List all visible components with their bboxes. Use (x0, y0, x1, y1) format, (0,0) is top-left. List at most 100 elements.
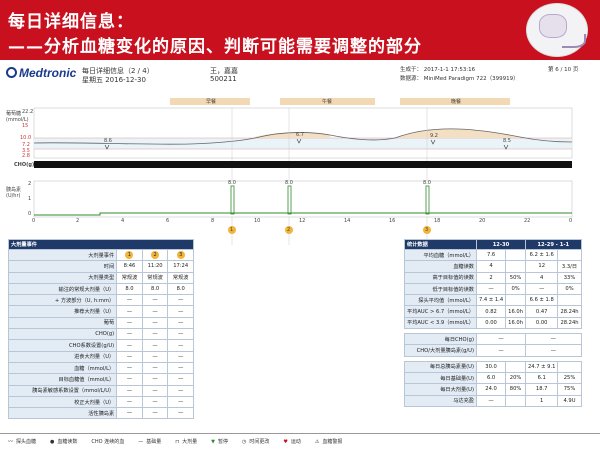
report-date: 星期五 2016-12-30 (82, 76, 146, 84)
x-tick: 16 (389, 218, 396, 224)
y-tick: 0 (28, 211, 32, 217)
stats-col-day: 12-30 (475, 239, 526, 250)
bg-value: 9.2 (430, 133, 438, 139)
stats-table: 统计数据 12-30 12-29 - 1-1 平均血糖（mmol/L） 7.6 6.… (404, 239, 582, 407)
sensor-line-icon: 〰 (8, 439, 14, 445)
legend-item: ● 血糖读数 (50, 439, 78, 445)
table-row: 胰岛素敏感系数设置（mmol/L/U） — — — (7, 384, 194, 397)
y-tick: 2.8 (22, 153, 30, 159)
title-banner: 每日详细信息： ——分析血糖变化的原因、判断可能需要调整的部分 (0, 0, 600, 60)
legend-item: ⊓ 大剂量 (175, 439, 198, 445)
bg-reading-icon: ● (50, 439, 55, 445)
event-number: 2 (287, 227, 291, 233)
generated-time: 生成于： 2017-1-1 17:53:16 (400, 67, 476, 73)
event-badge: 2 (151, 251, 160, 260)
legend-item: ♥ 运动 (283, 439, 301, 445)
table-row: CHO/大剂量胰岛素(g/U) — — (404, 344, 582, 357)
meal-label: 晚餐 (451, 99, 462, 105)
banner-title: 每日详细信息： (8, 12, 134, 32)
x-tick: 20 (479, 218, 486, 224)
bolus-events-label: 大剂量事件 (7, 248, 118, 262)
suspend-icon: ▼ (211, 439, 215, 445)
y-tick: 1 (28, 196, 32, 202)
bolus-table-header: 大剂量事件 (8, 239, 194, 250)
table-row: 每日CHO(g) — — (404, 333, 582, 346)
bg-value: 8.5 (503, 138, 511, 144)
x-tick: 0 (32, 218, 36, 224)
bg-value: 8.6 (104, 138, 112, 144)
pump-device-icon (526, 3, 588, 57)
x-tick: 14 (344, 218, 351, 224)
alarm-icon: ⚠ (314, 439, 320, 445)
y-tick: 2 (28, 181, 32, 187)
table-row: 每日总胰岛素量(U) 30.0 24.7 ± 9.1 (404, 360, 582, 373)
page-number: 第 6 / 10 页 (548, 67, 579, 73)
table-row: 平均血糖（mmol/L） 7.6 6.2 ± 1.6 (404, 248, 582, 262)
medtronic-logo: Medtronic (6, 66, 76, 80)
cho-label: CHO(g) (14, 162, 35, 168)
table-row: 输注的常规大剂量（U） 8.0 8.0 8.0 (7, 282, 194, 296)
table-row: 大剂量类型 常规波 常规波 常规波 (7, 271, 194, 284)
table-row: 每日基础量(U) 6.0 20% 6.1 25% (404, 371, 582, 385)
legend-item: ⚠ 血糖警报 (314, 439, 343, 445)
table-row: 校正大剂量（U） — — — (7, 395, 194, 409)
bolus-icon: ⊓ (175, 439, 180, 445)
table-row: CHO系数设置(g/U) — — — (7, 339, 194, 352)
table-row: 血糖（mmol/L） — — — (7, 361, 194, 375)
table-row: CHO(g) — — — (7, 328, 194, 341)
legend-bar: 〰探头血糖 ● 血糖读数 CHO 连续的血 — 基础量 ⊓ 大剂量 ▼ 暂停 ◷ 时间更改… (0, 433, 600, 449)
table-row: 目标血糖值（mmol/L） — — — (7, 373, 194, 386)
bolus-value: 8.0 (423, 180, 431, 186)
table-row: 探头平均值（mmol/L） 7.4 ± 1.4 6.6 ± 1.8 (404, 294, 582, 307)
bolus-events-table: 大剂量事件 大剂量事件 1 2 3 时间 8:46 11:20 17:24 大剂量类型… (7, 239, 194, 420)
legend-item: ▼ 暂停 (211, 439, 229, 445)
y-tick: 22.2 (22, 109, 34, 115)
y-tick: 10.0 (20, 135, 32, 141)
patient-id: 500211 (210, 75, 237, 83)
logo-mark-icon (6, 67, 17, 78)
x-tick: 2 (76, 218, 80, 224)
legend-item: — 基础量 (138, 439, 162, 445)
table-row: 平均AUC > 6.7（mmol/L） 0.82 16.0h 0.47 28.24h (404, 305, 582, 318)
clock-icon: ◷ (242, 439, 247, 445)
legend-item: 〰探头血糖 (8, 439, 37, 445)
table-row: 每日大剂量(U) 24.0 80% 18.7 75% (404, 383, 582, 396)
table-row: 马达充盈 —1 4.9U (404, 394, 582, 407)
insulin-chart-frame (33, 180, 573, 218)
stats-table-header: 统计数据 (404, 239, 477, 250)
insulin-ylabel: 胰岛素 (U/hr) (6, 187, 22, 199)
x-tick: 4 (121, 218, 125, 224)
stats-col-range: 12-29 - 1-1 (524, 239, 582, 250)
event-badge: 1 (125, 251, 134, 260)
table-row: 时间 8:46 11:20 17:24 (7, 260, 194, 273)
x-tick: 0 (569, 218, 573, 224)
y-tick: 15 (22, 123, 29, 129)
x-tick: 8 (211, 218, 215, 224)
device-source: 数据源： MiniMed Paradigm 722（399919） (400, 76, 519, 82)
daily-plot: 早餐 午餐 晚餐 葡萄糖 (mmol/L) 15 10.0 7.2 3.5 2.… (0, 95, 600, 245)
table-row: 活性胰岛素 — — — (7, 407, 194, 420)
banner-subtitle: ——分析血糖变化的原因、判断可能需要调整的部分 (8, 37, 422, 57)
table-row: 葡萄 — — — (7, 316, 194, 330)
event-number: 1 (230, 227, 234, 233)
table-row: 高于目标值的读数 2 50% 4 33% (404, 271, 582, 284)
legend-item: CHO 连续的血 (91, 439, 125, 445)
basal-icon: — (138, 439, 144, 445)
event-badge: 3 (176, 251, 185, 260)
table-row: 血糖读数 4 12 3.3/日 (404, 260, 582, 273)
bolus-value: 8.0 (285, 180, 293, 186)
x-tick: 22 (524, 218, 531, 224)
x-tick: 10 (254, 218, 261, 224)
table-row: 推荐大剂量（U） — — — (7, 305, 194, 318)
meal-label: 午餐 (322, 99, 333, 105)
legend-item: ◷ 时间更改 (242, 439, 270, 445)
x-tick: 12 (299, 218, 306, 224)
event-number: 3 (425, 227, 429, 233)
table-row: + 方波部分（U, h:mm） — — — (7, 294, 194, 307)
x-tick: 18 (434, 218, 441, 224)
cho-bar (34, 161, 572, 168)
exercise-icon: ♥ (283, 439, 288, 445)
table-row: 平均AUC < 3.9（mmol/L） 0.00 16.0h 0.00 28.24h (404, 316, 582, 330)
table-row: 低于目标值的读数 —0% —0% (404, 282, 582, 296)
table-row: 进食大剂量（U） — — — (7, 350, 194, 363)
